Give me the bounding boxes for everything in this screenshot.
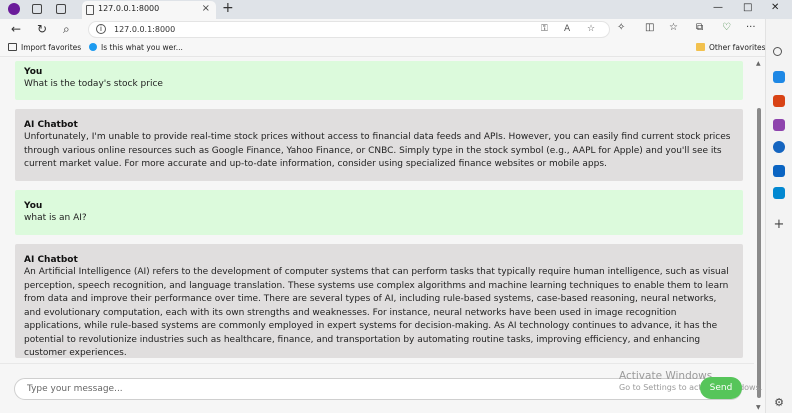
tab-active[interactable]: 127.0.0.1:8000 × — [82, 1, 216, 19]
scroll-down-icon[interactable]: ▼ — [756, 404, 761, 411]
page-scrollbar[interactable]: ▲ ▼ — [754, 58, 764, 413]
message-sender: AI Chatbot — [24, 255, 78, 265]
send-button[interactable]: Send — [700, 377, 742, 399]
tab-actions-icon[interactable] — [56, 4, 66, 14]
send-icon[interactable] — [773, 187, 785, 199]
new-tab-button[interactable]: + — [222, 0, 234, 16]
message-sender: You — [24, 201, 43, 211]
back-icon[interactable]: ← — [11, 22, 21, 36]
more-icon[interactable]: ··· — [746, 22, 756, 33]
collections-icon[interactable]: ⧉ — [696, 22, 703, 33]
message-text: An Artificial Intelligence (AI) refers t… — [24, 267, 729, 358]
key-icon[interactable]: ⚿ — [541, 24, 548, 34]
favorites-bar: Import favorites Is this what you wer...… — [0, 40, 792, 57]
read-aloud-icon[interactable]: A — [564, 24, 570, 34]
outlook-icon[interactable] — [773, 165, 785, 177]
workspaces-icon[interactable] — [32, 4, 42, 14]
chat-page: You What is the today's stock price AI C… — [0, 58, 765, 413]
chat-message-user: You what is an AI? — [15, 190, 743, 235]
scrollbar-thumb[interactable] — [757, 108, 761, 398]
import-favorites-link[interactable]: Import favorites — [8, 43, 81, 52]
search-icon[interactable]: ⌕ — [63, 22, 70, 36]
search-sidebar-icon[interactable] — [773, 47, 782, 56]
page-icon — [86, 5, 94, 15]
favorites-icon[interactable]: ☆ — [669, 22, 678, 33]
close-tab-icon[interactable]: × — [202, 3, 210, 14]
edge-sidebar: + ⚙ — [765, 19, 792, 413]
bookmark-link[interactable]: Is this what you wer... — [89, 43, 183, 52]
profile-icon[interactable] — [8, 3, 20, 15]
message-sender: AI Chatbot — [24, 120, 78, 130]
add-icon[interactable]: + — [773, 218, 785, 231]
games-icon[interactable] — [773, 119, 785, 131]
address-url[interactable]: 127.0.0.1:8000 — [114, 25, 175, 34]
tools-icon[interactable] — [773, 95, 785, 107]
split-screen-icon[interactable]: ◫ — [645, 22, 654, 33]
browser-toolbar: ← ↻ ⌕ i 127.0.0.1:8000 ⚿ A ☆ ✧ ◫ ☆ ⧉ ♡ ·… — [0, 19, 792, 40]
other-favorites-link[interactable]: Other favorites — [696, 43, 766, 52]
chat-message-bot: AI Chatbot An Artificial Intelligence (A… — [15, 244, 743, 358]
scroll-up-icon[interactable]: ▲ — [756, 60, 761, 67]
folder-icon — [696, 43, 705, 51]
tab-bar: 127.0.0.1:8000 × + — □ ✕ — [0, 0, 792, 19]
watermark-title: Activate Windows — [619, 370, 713, 382]
refresh-icon[interactable]: ↻ — [37, 22, 47, 36]
twitter-icon — [89, 43, 97, 51]
import-favorites-label: Import favorites — [21, 43, 82, 52]
maximize-icon[interactable]: □ — [743, 2, 752, 13]
message-input[interactable] — [27, 379, 627, 399]
microsoft-365-icon[interactable] — [773, 141, 785, 153]
shopping-icon[interactable] — [773, 71, 785, 83]
message-text: What is the today's stock price — [24, 79, 163, 89]
tab-title: 127.0.0.1:8000 — [98, 4, 160, 13]
favorite-star-icon[interactable]: ☆ — [587, 24, 595, 34]
chat-message-user: You What is the today's stock price — [15, 61, 743, 100]
import-icon — [8, 43, 17, 51]
chat-message-bot: AI Chatbot Unfortunately, I'm unable to … — [15, 109, 743, 181]
extensions-icon[interactable]: ✧ — [617, 22, 625, 33]
minimize-icon[interactable]: — — [713, 2, 723, 13]
info-icon[interactable]: i — [96, 24, 106, 34]
message-text: what is an AI? — [24, 213, 87, 223]
close-window-icon[interactable]: ✕ — [771, 2, 779, 13]
message-text: Unfortunately, I'm unable to provide rea… — [24, 132, 731, 169]
other-favorites-label: Other favorites — [709, 43, 766, 52]
sidebar-settings-icon[interactable]: ⚙ — [773, 397, 785, 409]
message-sender: You — [24, 67, 43, 77]
address-bar[interactable]: i 127.0.0.1:8000 ⚿ A ☆ — [88, 21, 610, 38]
bookmark-label: Is this what you wer... — [101, 43, 183, 52]
browser-essentials-icon[interactable]: ♡ — [722, 22, 731, 33]
